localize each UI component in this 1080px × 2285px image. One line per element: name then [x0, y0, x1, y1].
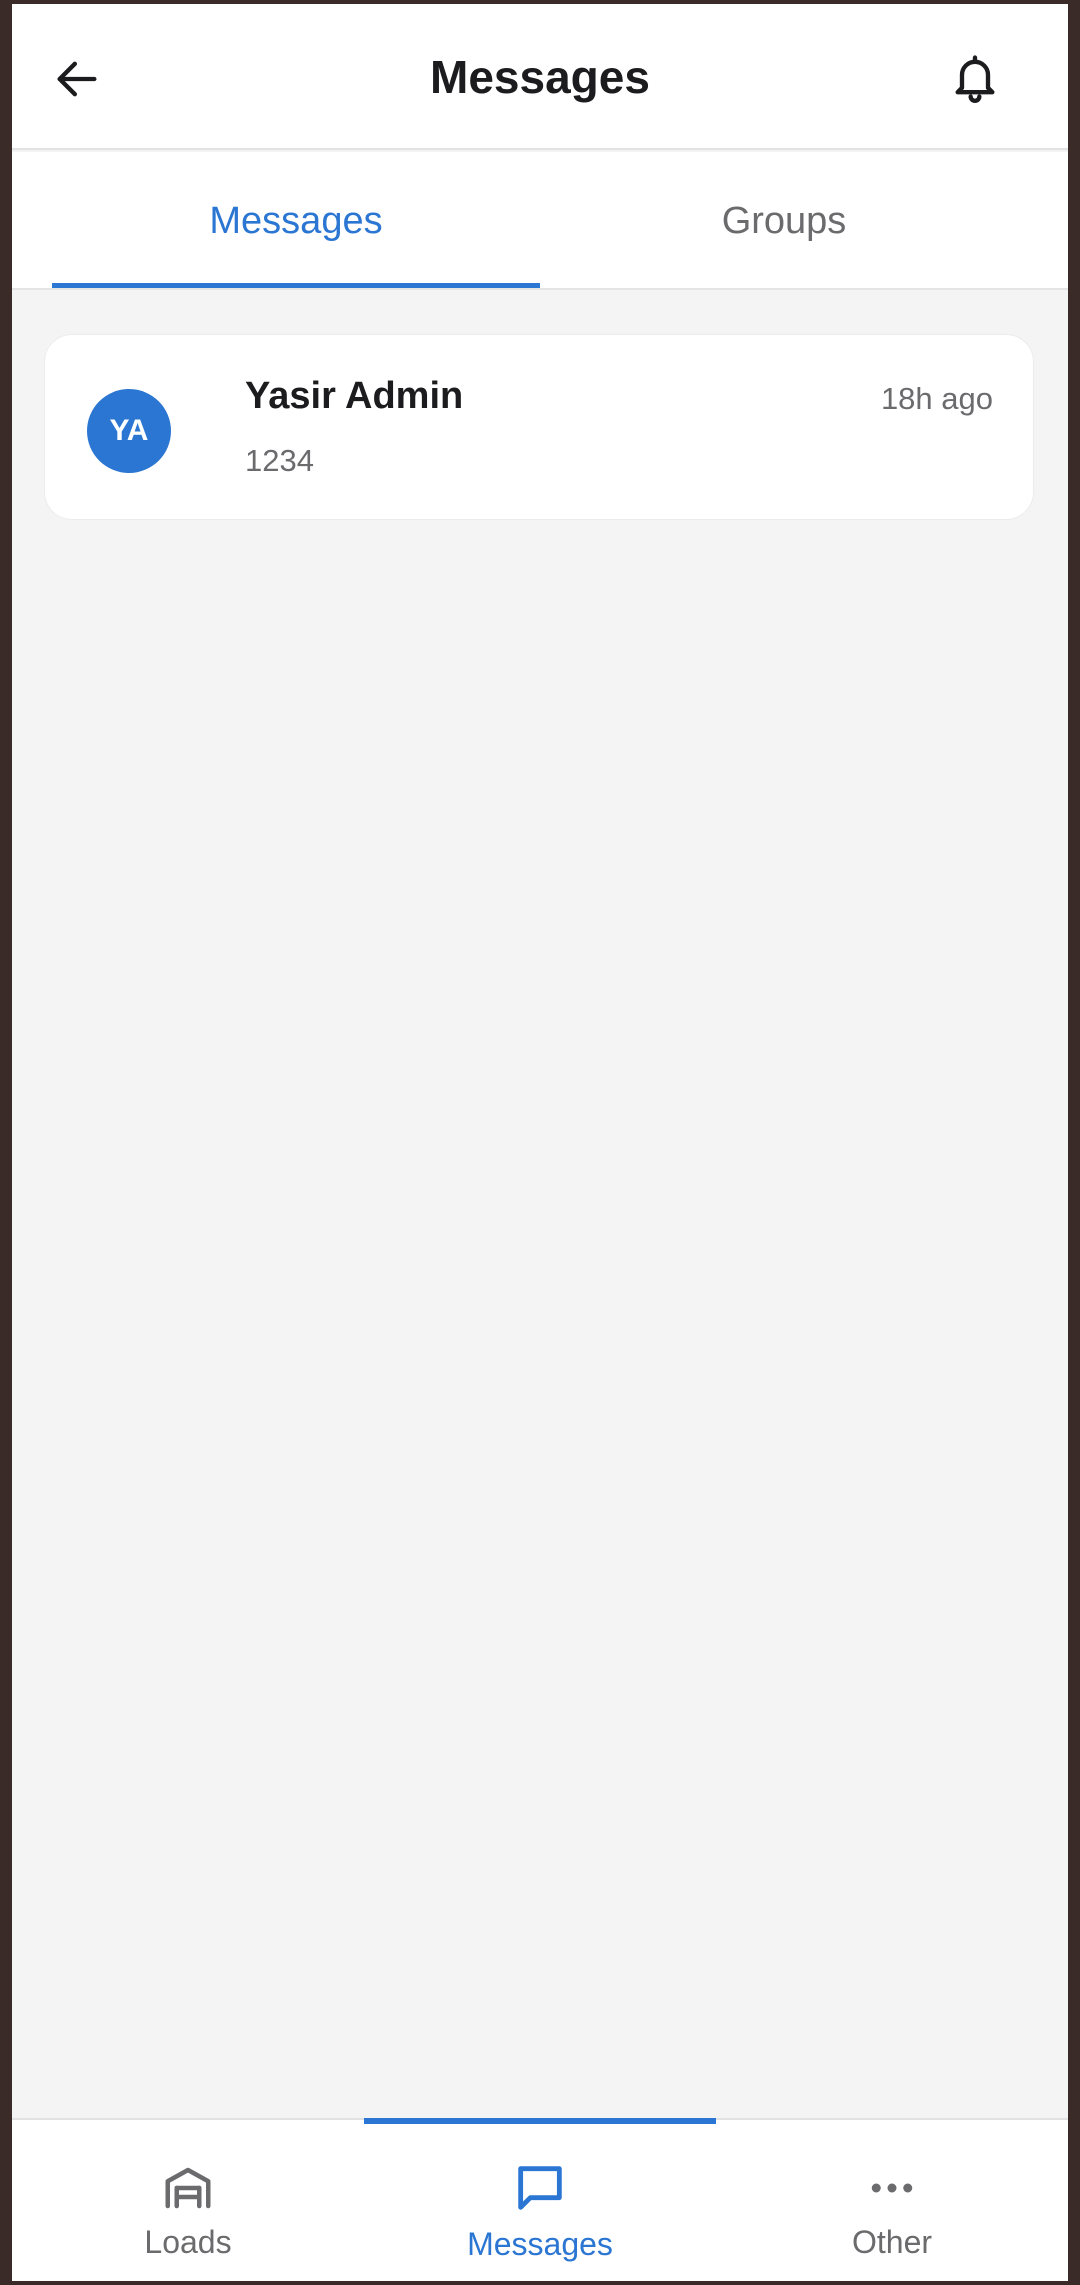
arrow-left-icon	[57, 61, 97, 97]
nav-item-messages[interactable]: Messages	[364, 2120, 716, 2281]
tab-label: Groups	[721, 199, 847, 242]
contact-name: Yasir Admin	[245, 375, 464, 417]
nav-label: Messages	[467, 2226, 613, 2262]
tab-groups[interactable]: Groups	[540, 152, 1028, 290]
active-tab-indicator	[52, 283, 540, 288]
back-button[interactable]	[42, 44, 112, 114]
tab-label: Messages	[209, 199, 383, 242]
bottom-navigation: Loads Messages Other	[12, 2118, 1068, 2281]
notifications-button[interactable]	[940, 42, 1010, 112]
app-screen: Messages Messages Groups YA Yasir Admin …	[12, 4, 1068, 2281]
nav-item-other[interactable]: Other	[716, 2120, 1068, 2281]
bell-icon	[955, 55, 995, 103]
nav-label: Loads	[144, 2224, 232, 2260]
tab-messages[interactable]: Messages	[52, 152, 540, 290]
warehouse-icon	[165, 2167, 211, 2209]
page-title: Messages	[430, 51, 650, 103]
tab-bar: Messages Groups	[12, 152, 1068, 290]
chat-bubble-icon	[518, 2166, 562, 2210]
last-message-preview: 1234	[245, 443, 314, 478]
app-header: Messages	[12, 4, 1068, 150]
nav-label: Other	[851, 2224, 933, 2260]
more-horizontal-icon	[871, 2183, 913, 2193]
conversation-item[interactable]: YA Yasir Admin 1234 18h ago	[44, 334, 1034, 520]
message-timestamp: 18h ago	[880, 381, 993, 416]
nav-item-loads[interactable]: Loads	[12, 2120, 364, 2281]
avatar: YA	[87, 389, 171, 473]
